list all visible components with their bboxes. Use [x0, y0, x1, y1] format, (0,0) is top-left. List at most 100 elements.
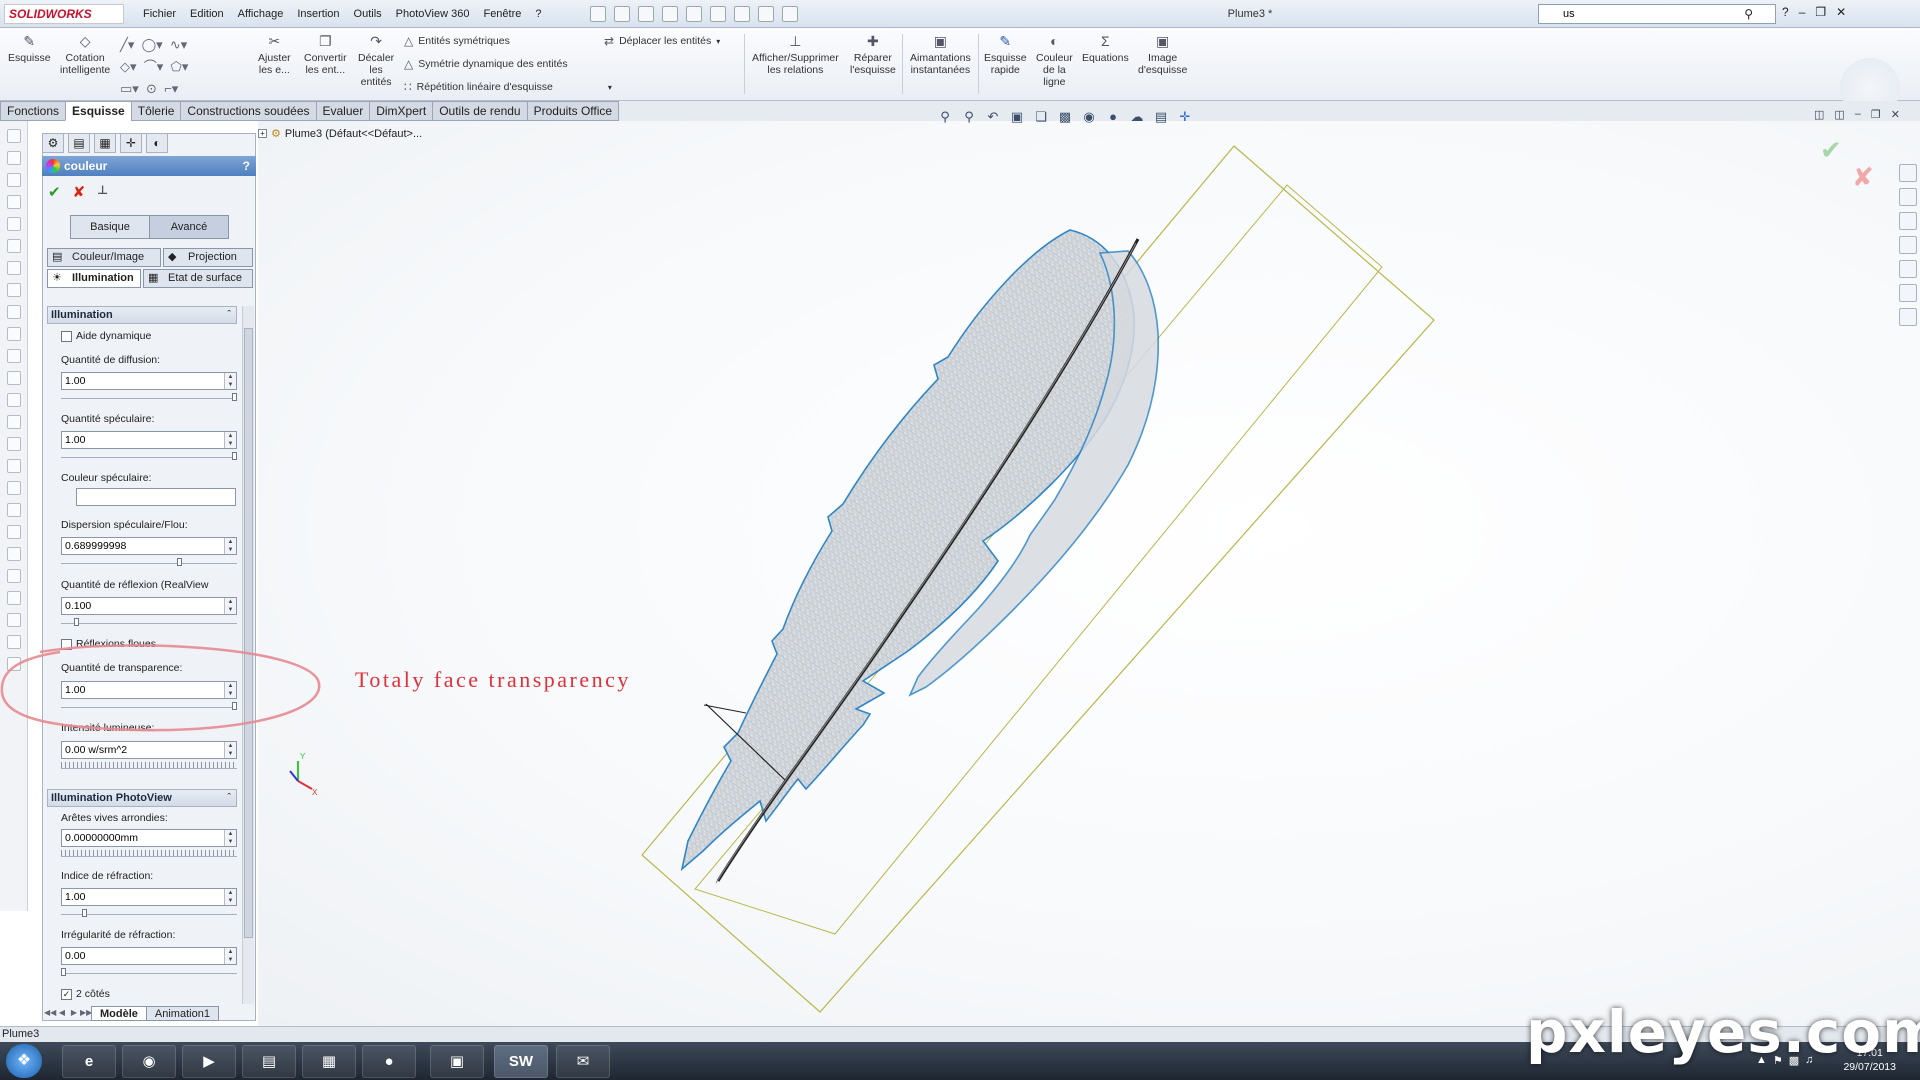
- undo-icon[interactable]: [686, 6, 702, 22]
- options-icon[interactable]: [782, 6, 798, 22]
- smart-dimension-button[interactable]: ◇ Cotation intelligente: [60, 32, 110, 76]
- next-tab-icon[interactable]: ▶: [68, 1006, 80, 1020]
- diffusion-input[interactable]: [62, 373, 212, 389]
- zoom-to-fit-icon[interactable]: ⚲: [936, 108, 954, 126]
- new-icon[interactable]: [590, 6, 606, 22]
- tab-surface-finish[interactable]: ▦ Etat de surface: [143, 269, 253, 288]
- search-results-icon[interactable]: [1899, 236, 1917, 254]
- print-icon[interactable]: [662, 6, 678, 22]
- section-view-icon[interactable]: ▣: [1008, 108, 1026, 126]
- toolbar-tool-icon[interactable]: [7, 393, 21, 407]
- diffusion-spinbox[interactable]: ▲▼: [61, 372, 237, 390]
- tab-outils-de-rendu[interactable]: Outils de rendu: [432, 101, 528, 121]
- toolbar-tool-icon[interactable]: [7, 613, 21, 627]
- collapse-icon[interactable]: ˆ: [227, 307, 231, 323]
- gimp-icon[interactable]: ●: [362, 1045, 416, 1078]
- specular-slider[interactable]: [61, 450, 237, 460]
- checkbox-box[interactable]: [61, 330, 72, 342]
- cancel-icon[interactable]: ✘: [73, 183, 86, 201]
- edit-appearance-icon[interactable]: ●: [1104, 108, 1122, 126]
- confirm-ok-icon[interactable]: ✔: [1820, 135, 1842, 166]
- search-input[interactable]: [1539, 5, 1739, 23]
- tab-evaluer[interactable]: Evaluer: [315, 101, 371, 121]
- solidworks-resources-icon[interactable]: [1899, 164, 1917, 182]
- toolbar-tool-icon[interactable]: [7, 129, 21, 143]
- spin-arrows-icon[interactable]: ▲ ▼: [224, 432, 236, 448]
- fillet-icon[interactable]: ⌐▾: [164, 81, 178, 96]
- tab-dimxpert[interactable]: DimXpert: [369, 101, 434, 121]
- specular-spinbox[interactable]: ▲▼: [61, 431, 237, 449]
- firefox-icon[interactable]: ◉: [122, 1045, 176, 1078]
- two-sides-checkbox[interactable]: ✓ 2 côtés: [61, 988, 110, 1000]
- diffusion-slider-thumb[interactable]: [232, 393, 237, 401]
- toolbar-tool-icon[interactable]: [7, 503, 21, 517]
- toolbar-tool-icon[interactable]: [7, 459, 21, 473]
- menu-item[interactable]: Fenêtre: [476, 0, 528, 28]
- tab-produits-office[interactable]: Produits Office: [526, 101, 620, 121]
- refraction-irregularity-input[interactable]: [62, 948, 212, 964]
- spin-arrows-icon[interactable]: ▲ ▼: [224, 889, 236, 905]
- display-style-icon[interactable]: ▩: [1056, 108, 1074, 126]
- view-settings-icon[interactable]: ▤: [1152, 108, 1170, 126]
- advanced-button[interactable]: Avancé: [149, 215, 229, 239]
- toolbar-tool-icon[interactable]: [7, 569, 21, 583]
- equations-button[interactable]: Σ Equations: [1082, 32, 1129, 64]
- tab-t-lerie[interactable]: Tôlerie: [130, 101, 182, 121]
- bottom-tab-model[interactable]: Modèle: [91, 1005, 147, 1021]
- search-icon[interactable]: ⚲: [1744, 7, 1753, 21]
- dispersion-spinbox[interactable]: ▲▼: [61, 537, 237, 555]
- rounded-edges-input[interactable]: [62, 830, 212, 846]
- dispersion-slider-thumb[interactable]: [177, 558, 183, 566]
- toolbar-tool-icon[interactable]: [7, 239, 21, 253]
- toolbar-tool-icon[interactable]: [7, 437, 21, 451]
- menu-item[interactable]: Insertion: [290, 0, 346, 28]
- tab-constructions-soud-es[interactable]: Constructions soudées: [180, 101, 317, 121]
- file-properties-icon[interactable]: [758, 6, 774, 22]
- trim-button[interactable]: ✂ Ajuster les e...: [258, 32, 291, 76]
- spin-arrows-icon[interactable]: ▲ ▼: [224, 742, 236, 758]
- toolbar-tool-icon[interactable]: [7, 327, 21, 341]
- reflection-slider[interactable]: [61, 616, 237, 626]
- outlook-icon[interactable]: ✉: [556, 1045, 610, 1078]
- toolbar-tool-icon[interactable]: [7, 481, 21, 495]
- sketch-picture-button[interactable]: ▣ Image d'esquisse: [1138, 32, 1187, 76]
- toolbar-tool-icon[interactable]: [7, 415, 21, 429]
- spline-icon[interactable]: ∿▾: [170, 37, 187, 52]
- arc-icon[interactable]: ⌒▾: [144, 59, 164, 74]
- reflection-spinbox[interactable]: ▲▼: [61, 597, 237, 615]
- toolbar-tool-icon[interactable]: [7, 591, 21, 605]
- property-manager-icon[interactable]: ▤: [68, 133, 90, 153]
- previous-view-icon[interactable]: ↶: [984, 108, 1002, 126]
- first-tab-icon[interactable]: ◀◀: [44, 1006, 56, 1020]
- toolbar-tool-icon[interactable]: [7, 217, 21, 231]
- circle-icon[interactable]: ◯▾: [142, 37, 163, 52]
- specular-slider-thumb[interactable]: [232, 452, 237, 460]
- luminous-intensity-input[interactable]: [62, 742, 212, 758]
- illumination-group-header[interactable]: Illumination ˆ: [47, 306, 237, 324]
- view-orientation-icon[interactable]: ❏: [1032, 108, 1050, 126]
- viewport-split-icon[interactable]: ◫: [1834, 108, 1844, 121]
- spin-arrows-icon[interactable]: ▲ ▼: [224, 830, 236, 846]
- menu-item[interactable]: PhotoView 360: [389, 0, 477, 28]
- reflection-input[interactable]: [62, 598, 212, 614]
- photoview-group-header[interactable]: Illumination PhotoView ˆ: [47, 789, 237, 807]
- rebuild-icon[interactable]: [734, 6, 750, 22]
- refraction-index-slider-thumb[interactable]: [82, 909, 88, 917]
- rounded-edges-slider[interactable]: [61, 850, 237, 857]
- menu-item[interactable]: Affichage: [231, 0, 291, 28]
- toolbar-tool-icon[interactable]: [7, 349, 21, 363]
- close-icon[interactable]: ✕: [1836, 5, 1846, 19]
- pm-scrollbar-thumb[interactable]: [244, 328, 253, 938]
- appearances-icon[interactable]: [1899, 284, 1917, 302]
- dispersion-input[interactable]: [62, 538, 212, 554]
- specular-color-swatch[interactable]: [76, 488, 236, 506]
- refraction-irregularity-spinbox[interactable]: ▲▼: [61, 947, 237, 965]
- refraction-index-slider[interactable]: [61, 907, 237, 917]
- menu-item[interactable]: Edition: [183, 0, 231, 28]
- point-icon[interactable]: ⊙: [146, 81, 157, 96]
- internet-explorer-icon[interactable]: e: [62, 1045, 116, 1078]
- help-icon[interactable]: ?: [1782, 5, 1789, 19]
- zoom-to-area-icon[interactable]: ⚲: [960, 108, 978, 126]
- toolbar-tool-icon[interactable]: [7, 547, 21, 561]
- mirror-entities-button[interactable]: △ Entités symétriques: [404, 34, 510, 48]
